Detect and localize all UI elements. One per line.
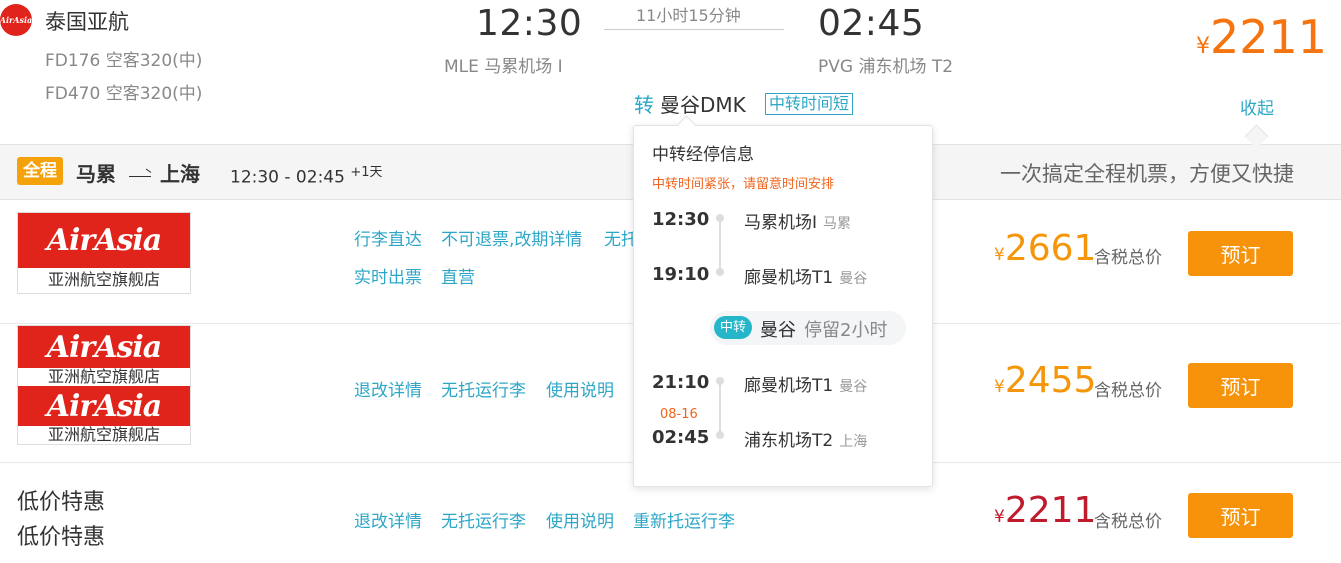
- city-name: 曼谷: [839, 379, 868, 395]
- instructions-link[interactable]: 使用说明: [546, 507, 614, 532]
- price-value: 2211: [1004, 490, 1097, 531]
- route-from: 马累: [76, 162, 116, 186]
- leg2-dep-airport: 廊曼机场T1 曼谷: [744, 371, 867, 396]
- airline-logo: AirAsia: [0, 4, 32, 36]
- instructions-link[interactable]: 使用说明: [546, 376, 614, 401]
- airport-name: 马累机场I: [744, 213, 818, 233]
- leg2-arr-time: 02:45: [652, 427, 710, 448]
- currency-symbol: ¥: [994, 377, 1005, 397]
- leg1-dep-time: 12:30: [652, 209, 710, 230]
- leg2-arr-airport: 浦东机场T2 上海: [744, 426, 867, 451]
- city-name: 曼谷: [839, 271, 868, 287]
- luggage-direct-link[interactable]: 行李直达: [354, 225, 422, 250]
- airport-name: 浦东机场T2: [744, 431, 834, 451]
- price-value: 2211: [1210, 10, 1328, 64]
- airasia-logo-bottom: 亚洲航空旗舰店: [47, 425, 160, 444]
- airasia-logo-top: AirAsia: [18, 386, 190, 426]
- deal-title: 低价特惠: [17, 525, 106, 550]
- airasia-logo-top: AirAsia: [18, 326, 190, 368]
- airasia-logo-bottom: 亚洲航空旗舰店: [47, 270, 160, 289]
- timeline-line: [719, 385, 721, 433]
- city-name: 上海: [839, 434, 868, 450]
- transfer-info[interactable]: 转曼谷DMK: [634, 89, 746, 118]
- popup-warning: 中转时间紧张，请留意时间安排: [652, 177, 835, 192]
- currency-symbol: ¥: [994, 245, 1005, 265]
- airasia-store-logo: AirAsia 亚洲航空旗舰店 AirAsia 亚洲航空旗舰店: [17, 325, 191, 445]
- tax-label: 含税总价: [1094, 512, 1162, 532]
- leg1-arr-airport: 廊曼机场T1 曼谷: [744, 263, 867, 288]
- segment-1: FD176 空客320(中): [45, 51, 203, 71]
- segment-2: FD470 空客320(中): [45, 84, 203, 104]
- row-price: ¥2455: [994, 360, 1096, 401]
- airasia-logo-top: AirAsia: [18, 213, 190, 268]
- summary-time-range: 12:30 - 02:45: [230, 167, 345, 188]
- airport-name: 廊曼机场T1: [744, 376, 834, 396]
- departure-airport: MLE 马累机场 I: [444, 57, 563, 77]
- instant-ticket-link[interactable]: 实时出票: [354, 263, 422, 288]
- route-to: 上海: [160, 162, 200, 186]
- transfer-city: 曼谷DMK: [660, 93, 746, 117]
- price-value: 2661: [1004, 228, 1097, 269]
- stop-info: 曼谷 停留2小时: [760, 316, 887, 342]
- route-arrow-icon: [129, 176, 151, 177]
- book-button[interactable]: 预订: [1188, 493, 1293, 538]
- leg1-arr-time: 19:10: [652, 264, 710, 285]
- direct-operated-link[interactable]: 直营: [441, 263, 475, 288]
- arrival-airport: PVG 浦东机场 T2: [818, 57, 954, 77]
- no-checked-luggage-link[interactable]: 无托运行李: [441, 376, 526, 401]
- slogan: 一次搞定全程机票，方便又快捷: [1000, 162, 1294, 186]
- stop-duration: 停留2小时: [804, 320, 888, 341]
- airasia-store-logo: AirAsia 亚洲航空旗舰店: [17, 212, 191, 294]
- currency-symbol: ¥: [994, 507, 1005, 527]
- plus-day: +1天: [350, 165, 383, 180]
- deal-title: 低价特惠: [17, 490, 106, 515]
- row-price: ¥2211: [994, 490, 1096, 531]
- stop-city: 曼谷: [760, 320, 796, 341]
- arrival-date: 08-16: [660, 407, 698, 422]
- short-transfer-badge: 中转时间短: [765, 93, 854, 115]
- stop-badge: 中转: [714, 316, 753, 339]
- price-value: 2455: [1004, 360, 1097, 401]
- book-button[interactable]: 预订: [1188, 363, 1293, 408]
- departure-time: 12:30: [476, 3, 583, 44]
- no-checked-luggage-link[interactable]: 无托运行李: [441, 507, 526, 532]
- currency-symbol: ¥: [1196, 34, 1210, 59]
- row-price: ¥2661: [994, 228, 1096, 269]
- airline-logo-text: AirAsia: [0, 15, 33, 25]
- duration-line: [604, 29, 784, 30]
- lowest-price: ¥2211: [1196, 10, 1327, 64]
- book-button[interactable]: 预订: [1188, 231, 1293, 276]
- timeline-line: [719, 222, 721, 270]
- recheck-luggage-link[interactable]: 重新托运行李: [633, 507, 735, 532]
- leg1-dep-airport: 马累机场I 马累: [744, 208, 851, 233]
- city-name: 马累: [823, 216, 852, 232]
- change-policy-link[interactable]: 退改详情: [354, 507, 422, 532]
- flight-duration: 11小时15分钟: [636, 6, 741, 25]
- timeline-dot: [716, 214, 724, 222]
- full-trip-badge: 全程: [17, 157, 63, 185]
- transfer-label: 转: [634, 93, 654, 117]
- airasia-logo-bottom: 亚洲航空旗舰店: [47, 367, 160, 386]
- tax-label: 含税总价: [1094, 381, 1162, 401]
- collapse-link[interactable]: 收起: [1240, 94, 1274, 119]
- refund-policy-link[interactable]: 不可退票,改期详情: [441, 225, 582, 250]
- airport-name: 廊曼机场T1: [744, 268, 834, 288]
- popup-title: 中转经停信息: [652, 145, 754, 165]
- arrival-time: 02:45: [818, 3, 925, 44]
- change-policy-link[interactable]: 退改详情: [354, 376, 422, 401]
- timeline-dot: [716, 268, 724, 276]
- leg2-dep-time: 21:10: [652, 372, 710, 393]
- timeline-dot: [716, 431, 724, 439]
- summary-time: 12:30 - 02:45 +1天: [230, 161, 383, 188]
- tax-label: 含税总价: [1094, 248, 1162, 268]
- timeline-dot: [716, 377, 724, 385]
- airline-name: 泰国亚航: [45, 10, 129, 34]
